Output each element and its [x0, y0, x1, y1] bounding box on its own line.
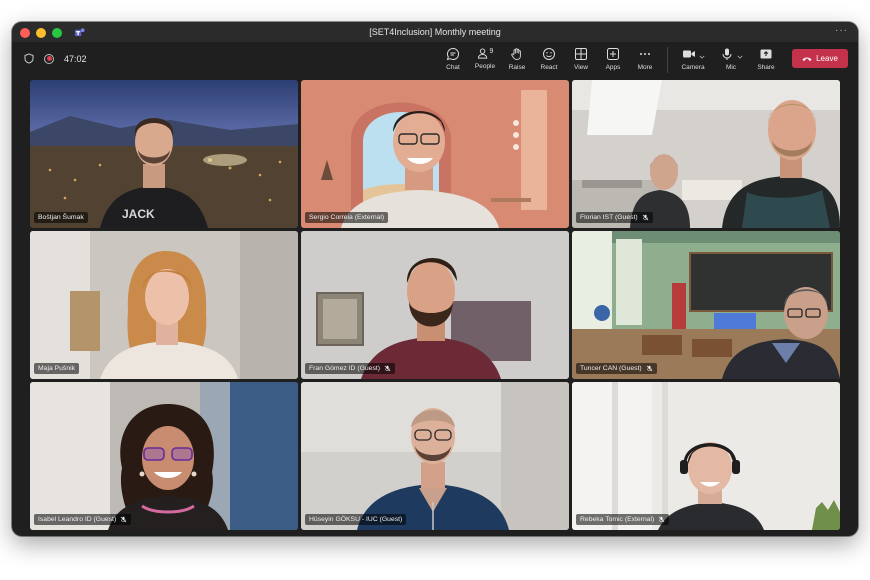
more-button[interactable]: More	[629, 45, 661, 71]
participant-name: Sergio Correia (External)	[309, 214, 385, 221]
chat-button[interactable]: Chat	[437, 45, 469, 71]
video-feed	[301, 382, 569, 530]
share-label: Share	[757, 64, 775, 71]
participant-name: Tuncer CAN (Guest)	[580, 365, 642, 372]
microphone-icon	[722, 48, 731, 60]
people-count: 9	[489, 48, 494, 55]
participant-tile[interactable]: Rebeka Tomic (External)	[572, 382, 840, 530]
participant-name-tag: Boštjan Šumak	[34, 212, 88, 223]
participant-tile[interactable]: Isabel Leandro ID (Guest)	[30, 382, 298, 530]
mic-button[interactable]: Mic	[712, 45, 750, 71]
recording-icon	[44, 53, 54, 64]
grid-view-icon	[575, 48, 587, 60]
chevron-down-icon[interactable]	[736, 54, 743, 60]
smiley-icon	[543, 48, 555, 60]
video-feed	[572, 80, 840, 228]
hand-icon	[511, 48, 521, 60]
participant-name-tag: Sergio Correia (External)	[305, 212, 389, 223]
leave-label: Leave	[816, 54, 838, 63]
participant-tile[interactable]: Fran Gómez ID (Guest)	[301, 231, 569, 379]
minimize-window-button[interactable]	[36, 27, 46, 38]
view-button[interactable]: View	[565, 45, 597, 71]
people-icon	[477, 48, 487, 59]
video-feed	[301, 231, 569, 379]
mic-off-icon	[658, 516, 665, 523]
teams-app-icon	[74, 28, 85, 37]
participant-name-tag: Florian IST (Guest)	[576, 212, 653, 223]
chevron-down-icon[interactable]	[698, 54, 705, 60]
react-button[interactable]: React	[533, 45, 565, 71]
participant-tile[interactable]: Sergio Correia (External)	[301, 80, 569, 228]
video-feed	[572, 382, 840, 530]
mic-off-icon	[642, 214, 649, 221]
raise-hand-button[interactable]: Raise	[501, 45, 533, 71]
participant-name-tag: Maja Pušnik	[34, 363, 80, 374]
video-feed	[301, 80, 569, 228]
maximize-window-button[interactable]	[52, 27, 62, 38]
video-grid: JACK Boštjan Šumak Sergio Correia (Exter…	[30, 80, 840, 530]
people-label: People	[474, 63, 496, 70]
share-screen-icon	[760, 49, 772, 59]
participant-tile[interactable]: Maja Pušnik	[30, 231, 298, 379]
add-app-icon	[607, 48, 619, 60]
raise-label: Raise	[508, 64, 526, 71]
chat-label: Chat	[446, 64, 460, 71]
apps-button[interactable]: Apps	[597, 45, 629, 71]
participant-name: Rebeka Tomic (External)	[580, 516, 655, 523]
react-label: React	[540, 64, 558, 71]
meeting-timer: 47:02	[64, 53, 87, 64]
participant-name-tag: Rebeka Tomic (External)	[576, 514, 670, 525]
hang-up-icon	[802, 56, 812, 61]
participant-name-tag: Isabel Leandro ID (Guest)	[34, 514, 132, 525]
shield-icon[interactable]	[24, 53, 34, 64]
camera-button[interactable]: Camera	[674, 45, 712, 71]
video-camera-icon	[682, 50, 695, 58]
participant-name: Boštjan Šumak	[38, 214, 84, 221]
participant-name: Hüseyin GÖKSU - IUC (Guest)	[309, 516, 403, 523]
participant-name-tag: Tuncer CAN (Guest)	[576, 363, 657, 374]
ellipsis-icon	[640, 53, 650, 55]
mic-off-icon	[120, 516, 127, 523]
camera-label: Camera	[681, 64, 705, 71]
participant-name-tag: Hüseyin GÖKSU - IUC (Guest)	[305, 514, 407, 525]
more-options-icon[interactable]: ···	[835, 25, 848, 36]
more-label: More	[637, 64, 653, 71]
svg-text:JACK: JACK	[122, 207, 155, 221]
participant-name-tag: Fran Gómez ID (Guest)	[305, 363, 396, 374]
participant-tile[interactable]: Florian IST (Guest)	[572, 80, 840, 228]
mic-label: Mic	[725, 64, 737, 71]
participant-name: Florian IST (Guest)	[580, 214, 638, 221]
video-feed	[572, 231, 840, 379]
window-title: [SET4Inclusion] Monthly meeting	[369, 27, 501, 37]
teams-meeting-window: [SET4Inclusion] Monthly meeting ··· 47:0…	[12, 22, 858, 536]
mic-off-icon	[646, 365, 653, 372]
window-controls	[20, 27, 85, 38]
leave-button[interactable]: Leave	[792, 49, 848, 68]
participant-name: Maja Pušnik	[38, 365, 76, 372]
participant-name: Fran Gómez ID (Guest)	[309, 365, 381, 372]
title-bar: [SET4Inclusion] Monthly meeting ···	[12, 22, 858, 42]
apps-label: Apps	[605, 64, 621, 71]
close-window-button[interactable]	[20, 27, 30, 38]
mic-off-icon	[384, 365, 391, 372]
people-button[interactable]: 9 People	[469, 45, 501, 70]
chat-icon	[446, 47, 460, 61]
participant-tile[interactable]: JACK Boštjan Šumak	[30, 80, 298, 228]
video-feed	[30, 382, 298, 530]
view-label: View	[574, 64, 588, 71]
share-button[interactable]: Share	[750, 45, 782, 71]
video-feed: JACK	[30, 80, 298, 228]
participant-tile[interactable]: Tuncer CAN (Guest)	[572, 231, 840, 379]
toolbar-divider	[667, 47, 668, 73]
video-feed	[30, 231, 298, 379]
meeting-toolbar: 47:02 Chat 9 People Raise React View App…	[12, 42, 858, 78]
participant-name: Isabel Leandro ID (Guest)	[38, 516, 117, 523]
participant-tile[interactable]: Hüseyin GÖKSU - IUC (Guest)	[301, 382, 569, 530]
